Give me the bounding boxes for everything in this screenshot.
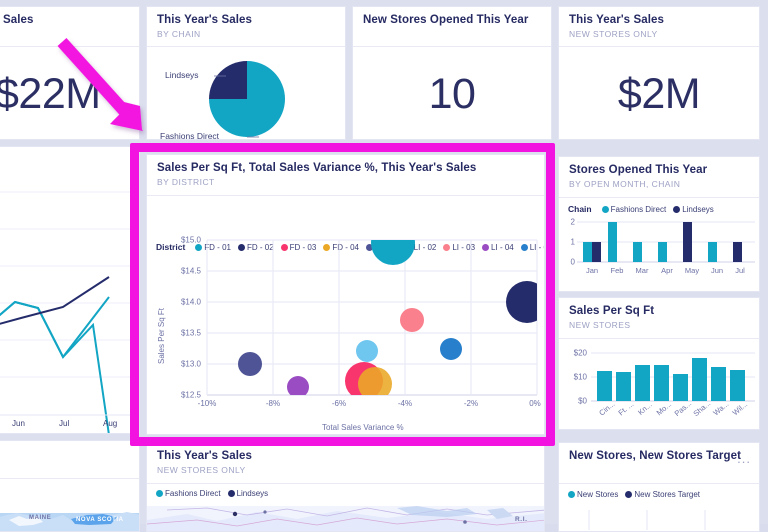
tile-scatter-district[interactable]: Sales Per Sq Ft, Total Sales Variance %,… — [146, 154, 545, 435]
tile-sales-total[interactable]: Sales $22M — [0, 6, 140, 140]
tile-body: 10 — [353, 47, 551, 139]
legend-item[interactable]: Fashions Direct — [156, 489, 221, 498]
map-label: R.I. — [515, 516, 528, 523]
tile-body: MAINE NOVA SCOTIA — [0, 479, 139, 531]
tile-sales-by-chain[interactable]: This Year's Sales BY CHAIN Lindseys Fash… — [146, 6, 346, 140]
pie-chart — [209, 61, 285, 138]
tile-title: Sales Per Sq Ft, Total Sales Variance %,… — [157, 162, 477, 174]
tile-body: New Stores New Stores Target — [559, 484, 759, 531]
tile-subtitle: NEW STORES ONLY — [569, 29, 658, 39]
grouped-bar-chart — [577, 221, 755, 263]
tile-body: District FD - 01 FD - 02 FD - 03 FD - 04… — [147, 196, 544, 434]
dashboard-canvas: Sales $22M This Year's Sales BY CHAIN Li… — [0, 0, 768, 532]
tile-subtitle: BY CHAIN — [157, 29, 201, 39]
x-tick: -6% — [331, 399, 347, 408]
x-tick: Apr — [661, 266, 673, 275]
tile-title: This Year's Sales — [569, 14, 665, 26]
legend-swatch-icon — [227, 490, 235, 497]
kpi-value: 10 — [428, 69, 476, 118]
combo-chart — [588, 510, 706, 530]
tile-header: Sales Per Sq Ft, Total Sales Variance %,… — [147, 155, 544, 196]
x-tick: Jun — [710, 266, 724, 275]
tile-body: Chain Fashions Direct Lindseys 2 1 0 Jan… — [559, 198, 759, 291]
map-canvas[interactable]: R.I. — [147, 506, 544, 531]
line-chart — [0, 191, 139, 433]
x-tick: Mar — [635, 266, 649, 275]
tile-title: Sales Per Sq Ft — [569, 305, 655, 317]
tile-title: Sales — [3, 14, 34, 26]
bubble-li-02 — [356, 340, 378, 362]
pie-label-lindseys: Lindseys — [165, 70, 199, 80]
bubble-li-01 — [238, 352, 262, 376]
x-tick: -8% — [265, 399, 281, 408]
map-label: MAINE — [29, 515, 52, 521]
tile-body: $22M — [0, 47, 139, 139]
tile-subtitle: BY OPEN MONTH, CHAIN — [569, 179, 681, 189]
tile-header — [0, 441, 139, 479]
x-tick: Feb — [610, 266, 624, 275]
tile-body: $20 $10 $0 Cin... Ft. ... Kn... Mo... Pa… — [559, 339, 759, 429]
pie-label-fashions-direct: Fashions Direct — [160, 131, 220, 140]
tile-sales-per-sqft[interactable]: Sales Per Sq Ft NEW STORES $20 $10 $0 Ci… — [558, 297, 760, 430]
x-tick-label: Jul — [59, 419, 70, 428]
bubble-fd-04 — [358, 367, 392, 395]
tile-menu-button[interactable]: ... — [737, 452, 751, 465]
kpi-value: $22M — [0, 69, 101, 118]
tile-body: Jun Jul Aug — [0, 147, 139, 433]
tile-sales-map[interactable]: This Year's Sales NEW STORES ONLY Fashio… — [146, 442, 545, 532]
tile-title: This Year's Sales — [157, 14, 253, 26]
legend-label: Lindseys — [236, 489, 269, 498]
bubble-fd-01 — [371, 240, 415, 265]
x-tick: 0% — [529, 399, 541, 408]
tile-title: New Stores Opened This Year — [363, 14, 529, 26]
tile-title: Stores Opened This Year — [569, 164, 708, 176]
tile-subtitle: NEW STORES ONLY — [157, 465, 246, 475]
kpi-value: $2M — [617, 69, 701, 118]
tile-header: This Year's Sales NEW STORES ONLY — [559, 7, 759, 47]
tile-body: Lindseys Fashions Direct — [147, 47, 345, 140]
x-tick: Jan — [585, 266, 599, 275]
tile-left-trend[interactable]: Jun Jul Aug — [0, 146, 140, 434]
map-canvas[interactable]: MAINE NOVA SCOTIA — [0, 479, 139, 531]
tile-new-stores-opened[interactable]: New Stores Opened This Year 10 — [352, 6, 552, 140]
bubble-li-04 — [287, 376, 309, 395]
tile-new-stores-target[interactable]: New Stores, New Stores Target ... New St… — [558, 442, 760, 532]
tile-header: Sales — [0, 7, 139, 47]
map-shapes — [0, 512, 139, 531]
map-shapes — [147, 506, 544, 531]
tile-header: Stores Opened This Year BY OPEN MONTH, C… — [559, 157, 759, 198]
map-label: NOVA SCOTIA — [76, 517, 124, 523]
tile-header: This Year's Sales NEW STORES ONLY — [147, 443, 544, 484]
legend-item[interactable]: Lindseys — [227, 489, 269, 498]
tile-header: This Year's Sales BY CHAIN — [147, 7, 345, 47]
x-tick: Jul — [735, 266, 745, 275]
sales-map-legend: Fashions Direct Lindseys — [156, 489, 268, 498]
tile-stores-opened[interactable]: Stores Opened This Year BY OPEN MONTH, C… — [558, 156, 760, 292]
tile-left-map[interactable]: MAINE NOVA SCOTIA — [0, 440, 140, 532]
tile-subtitle: BY DISTRICT — [157, 177, 215, 187]
bubble-fd-02 — [506, 281, 537, 323]
tile-header: Sales Per Sq Ft NEW STORES — [559, 298, 759, 339]
tile-header: New Stores Opened This Year — [353, 7, 551, 47]
x-tick-label: Jun — [12, 419, 25, 428]
bubble-li-03 — [400, 308, 424, 332]
tile-header: New Stores, New Stores Target ... — [559, 443, 759, 484]
tile-title: New Stores, New Stores Target — [569, 450, 742, 462]
tile-body: Fashions Direct Lindseys R.I. — [147, 484, 544, 531]
legend-swatch-icon — [156, 490, 163, 497]
tile-subtitle: NEW STORES — [569, 320, 631, 330]
tile-body: $2M — [559, 47, 759, 139]
legend-label: Fashions Direct — [165, 489, 221, 498]
x-tick: -4% — [397, 399, 413, 408]
tile-title: This Year's Sales — [157, 450, 253, 462]
x-tick: -10% — [197, 399, 217, 408]
x-tick-label: Aug — [103, 419, 118, 428]
x-tick: -2% — [463, 399, 479, 408]
x-tick: May — [684, 266, 700, 275]
bubble-li-05 — [440, 338, 462, 360]
tile-sales-new-stores[interactable]: This Year's Sales NEW STORES ONLY $2M — [558, 6, 760, 140]
